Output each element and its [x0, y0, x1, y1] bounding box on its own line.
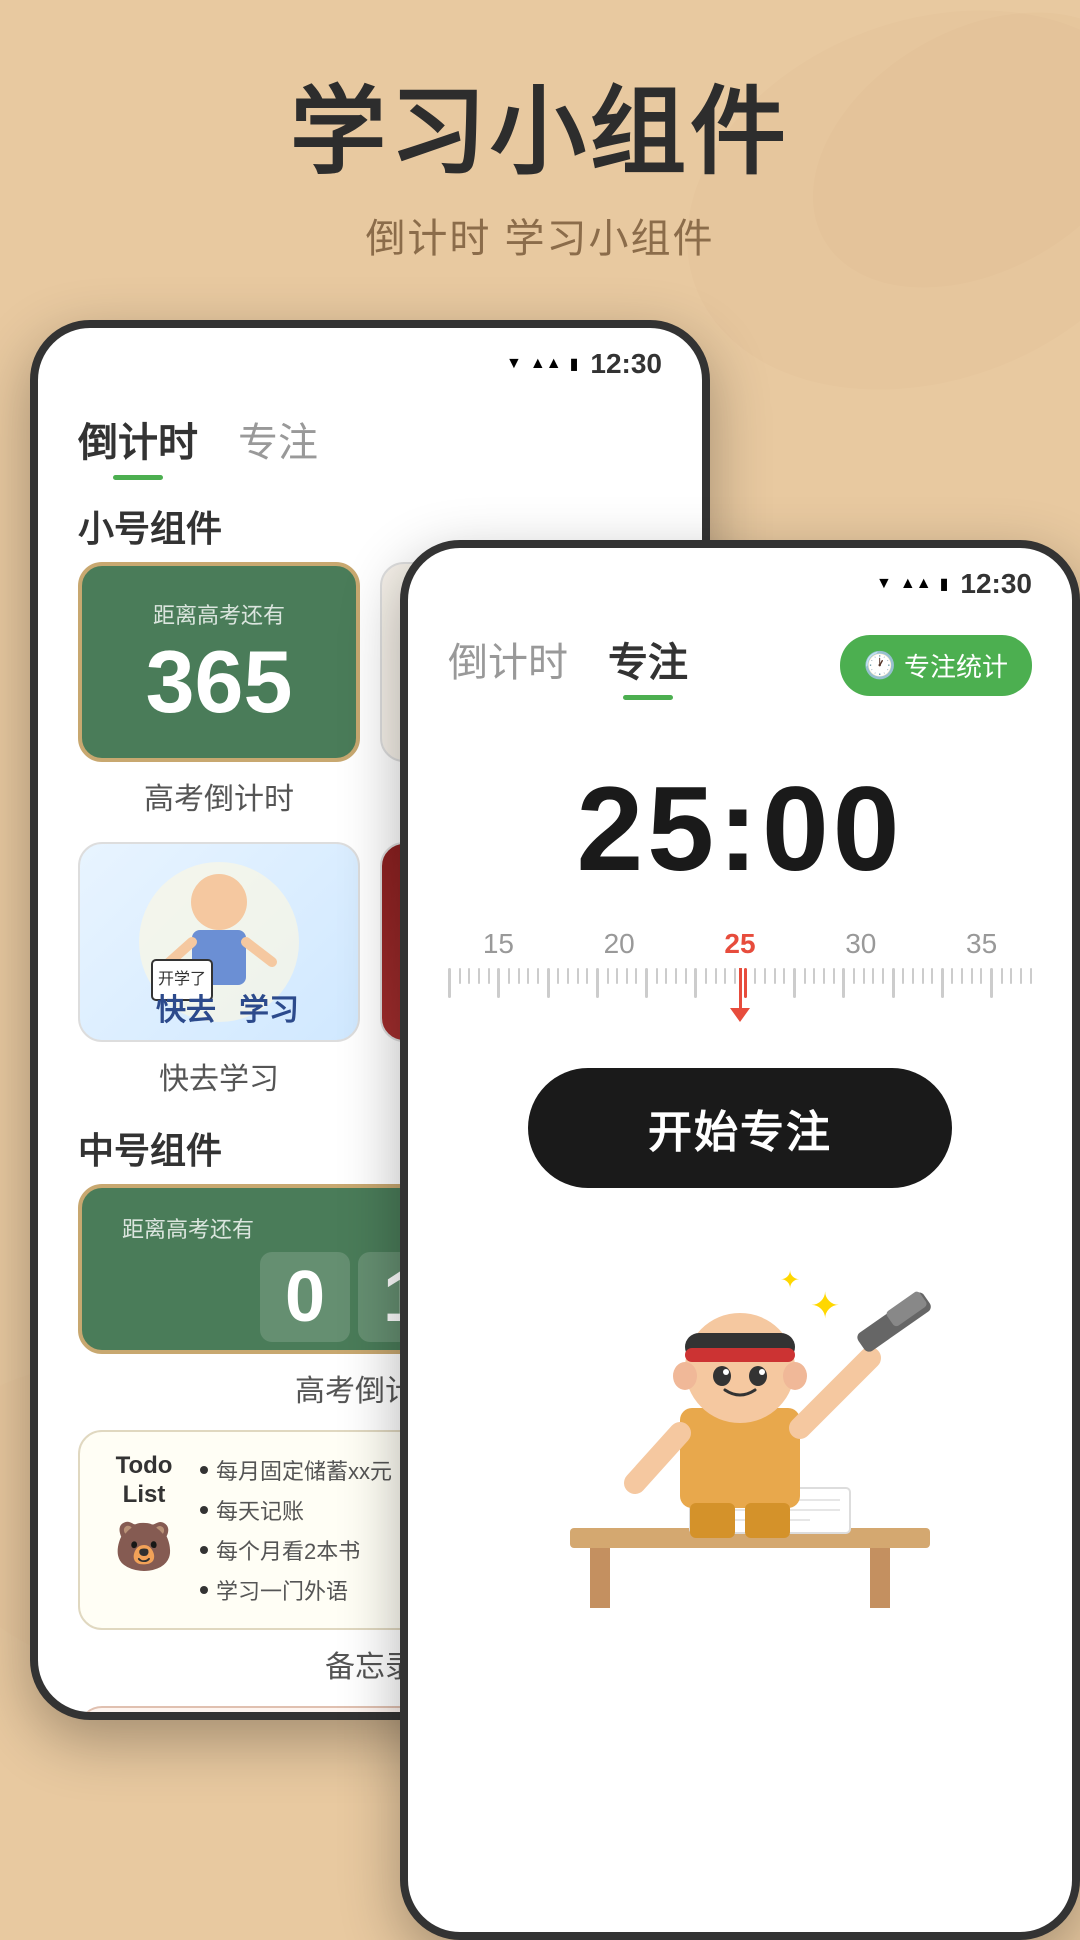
- ruler-num-20: 20: [589, 928, 649, 960]
- tab-focus-front[interactable]: 专注: [608, 630, 688, 700]
- mascot-svg: ✦ ✦: [490, 1228, 990, 1628]
- widget-label-3: 快去学习: [78, 1054, 360, 1102]
- medium-sub-text: 距离高考还有: [122, 1212, 254, 1244]
- tab-focus-back[interactable]: 专注: [238, 410, 318, 480]
- signal-icon: ▲▲: [530, 355, 562, 373]
- ruler-num-15: 15: [468, 928, 528, 960]
- todo-title: TodoList: [116, 1452, 173, 1510]
- svg-text:快去: 快去: [156, 994, 216, 1027]
- tab-countdown-front[interactable]: 倒计时: [448, 630, 568, 700]
- ruler[interactable]: 15 20 25 30 35: [408, 928, 1072, 1028]
- ruler-num-35: 35: [952, 928, 1012, 960]
- start-button-wrapper[interactable]: 开始专注: [408, 1068, 1072, 1188]
- svg-text:✦: ✦: [780, 1267, 800, 1294]
- battery-icon-front: ▮: [940, 574, 949, 594]
- list-item[interactable]: 距离高考还有 365 高考倒计时: [78, 562, 360, 822]
- ruler-ticks-container: [428, 968, 1052, 1028]
- status-bar-back: ▼ ▲▲ ▮ 12:30: [38, 328, 702, 390]
- list-item: 每天记账: [200, 1494, 392, 1526]
- todo-left: TodoList 🐻: [104, 1452, 184, 1608]
- digit-0: 0: [260, 1252, 350, 1342]
- status-time-back: 12:30: [590, 348, 662, 380]
- wifi-icon-front: ▼: [876, 575, 892, 593]
- todo-dot-1: [200, 1466, 208, 1474]
- status-icons-front: ▼ ▲▲ ▮: [876, 574, 948, 594]
- todo-dot-3: [200, 1546, 208, 1554]
- list-item: 每个月看2本书: [200, 1534, 392, 1566]
- phone-front: ▼ ▲▲ ▮ 12:30 倒计时 专注 🕐 专注统计 25:00 15 20 2…: [400, 540, 1080, 1940]
- list-item: 学习一门外语: [200, 1574, 392, 1606]
- app-title: 学习小组件: [0, 80, 1080, 186]
- widget-illustration-blue[interactable]: 开学了 快去 学习: [78, 842, 360, 1042]
- countdown-number: 365: [146, 638, 293, 726]
- todo-text-4: 学习一门外语: [216, 1574, 348, 1606]
- ruler-num-25: 25: [710, 928, 770, 960]
- todo-text-2: 每天记账: [216, 1494, 304, 1526]
- illustration-svg-blue: 开学了 快去 学习: [124, 852, 314, 1032]
- widget-label-1: 高考倒计时: [78, 774, 360, 822]
- svg-text:学习: 学习: [239, 993, 299, 1027]
- todo-text-3: 每个月看2本书: [216, 1534, 360, 1566]
- tab-countdown-back[interactable]: 倒计时: [78, 410, 198, 480]
- focus-stats-label: 专注统计: [904, 647, 1008, 684]
- ruler-numbers: 15 20 25 30 35: [428, 928, 1052, 960]
- widget-countdown-green[interactable]: 距离高考还有 365: [78, 562, 360, 762]
- battery-icon: ▮: [570, 354, 579, 374]
- todo-text-1: 每月固定储蓄xx元: [216, 1454, 392, 1486]
- indicator-line: [739, 968, 742, 1008]
- mascot-area: ✦ ✦: [408, 1188, 1072, 1668]
- list-item: 每月固定储蓄xx元: [200, 1454, 392, 1486]
- timer-display: 25:00: [448, 760, 1032, 898]
- ruler-num-30: 30: [831, 928, 891, 960]
- indicator-triangle: [730, 1008, 750, 1022]
- list-item[interactable]: 开学了 快去 学习 快去学习: [78, 842, 360, 1102]
- todo-items-list: 每月固定储蓄xx元 每天记账 每个月看2本书 学习一门外语: [200, 1452, 392, 1608]
- app-subtitle: 倒计时 学习小组件: [0, 206, 1080, 264]
- tab-bar-back[interactable]: 倒计时 专注: [38, 390, 702, 480]
- app-header: 学习小组件 倒计时 学习小组件: [0, 0, 1080, 264]
- status-icons-back: ▼ ▲▲ ▮: [506, 354, 578, 374]
- countdown-sub-text: 距离高考还有: [153, 598, 285, 630]
- status-time-front: 12:30: [960, 568, 1032, 600]
- clock-icon: 🕐: [864, 650, 896, 681]
- svg-text:✦: ✦: [810, 1285, 840, 1326]
- tab-bar-front[interactable]: 倒计时 专注 🕐 专注统计: [408, 610, 1072, 700]
- status-bar-front: ▼ ▲▲ ▮ 12:30: [408, 548, 1072, 610]
- signal-icon-front: ▲▲: [900, 575, 932, 593]
- todo-dot-2: [200, 1506, 208, 1514]
- ruler-indicator: [730, 968, 750, 1022]
- start-focus-button[interactable]: 开始专注: [528, 1068, 952, 1188]
- focus-stats-button[interactable]: 🕐 专注统计: [840, 635, 1032, 696]
- phones-container: ▼ ▲▲ ▮ 12:30 倒计时 专注 小号组件 距离高考还有 365 高考倒计…: [0, 320, 1080, 1920]
- todo-bear-icon: 🐻: [114, 1518, 174, 1575]
- wifi-icon: ▼: [506, 355, 522, 373]
- focus-timer: 25:00: [408, 700, 1072, 928]
- todo-dot-4: [200, 1586, 208, 1594]
- svg-text:开学了: 开学了: [158, 970, 206, 988]
